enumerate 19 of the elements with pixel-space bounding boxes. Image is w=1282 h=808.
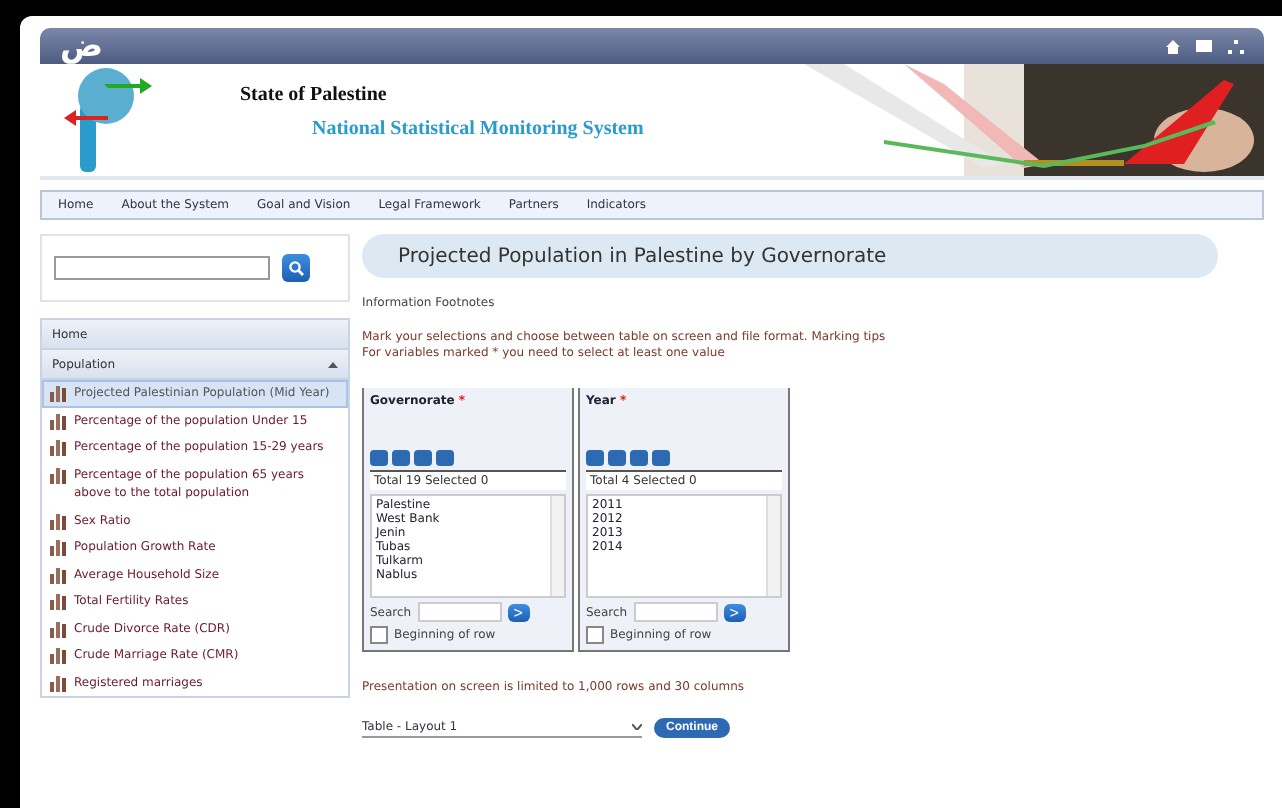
search-button[interactable] bbox=[282, 254, 310, 282]
dropdown-icon bbox=[632, 724, 642, 730]
logo-text: ض bbox=[60, 30, 104, 62]
collapse-icon bbox=[328, 361, 338, 367]
site-subtitle: National Statistical Monitoring System bbox=[310, 118, 644, 140]
scrollbar[interactable] bbox=[766, 496, 780, 596]
search-icon bbox=[288, 260, 304, 276]
value-search-field[interactable] bbox=[417, 602, 502, 622]
sitemap-icon[interactable] bbox=[1228, 39, 1244, 53]
home-icon[interactable] bbox=[1166, 39, 1180, 53]
go-button[interactable]: > bbox=[723, 603, 746, 621]
scrollbar[interactable] bbox=[550, 496, 564, 596]
site-title: State of Palestine bbox=[240, 84, 389, 106]
title-banner: Projected Population in Palestine by Governorate bbox=[362, 234, 1218, 278]
checkbox[interactable] bbox=[586, 626, 604, 644]
value-search-field[interactable] bbox=[633, 602, 718, 622]
go-button[interactable]: > bbox=[507, 603, 530, 621]
search-field[interactable] bbox=[54, 256, 270, 280]
checkbox[interactable] bbox=[370, 626, 388, 644]
